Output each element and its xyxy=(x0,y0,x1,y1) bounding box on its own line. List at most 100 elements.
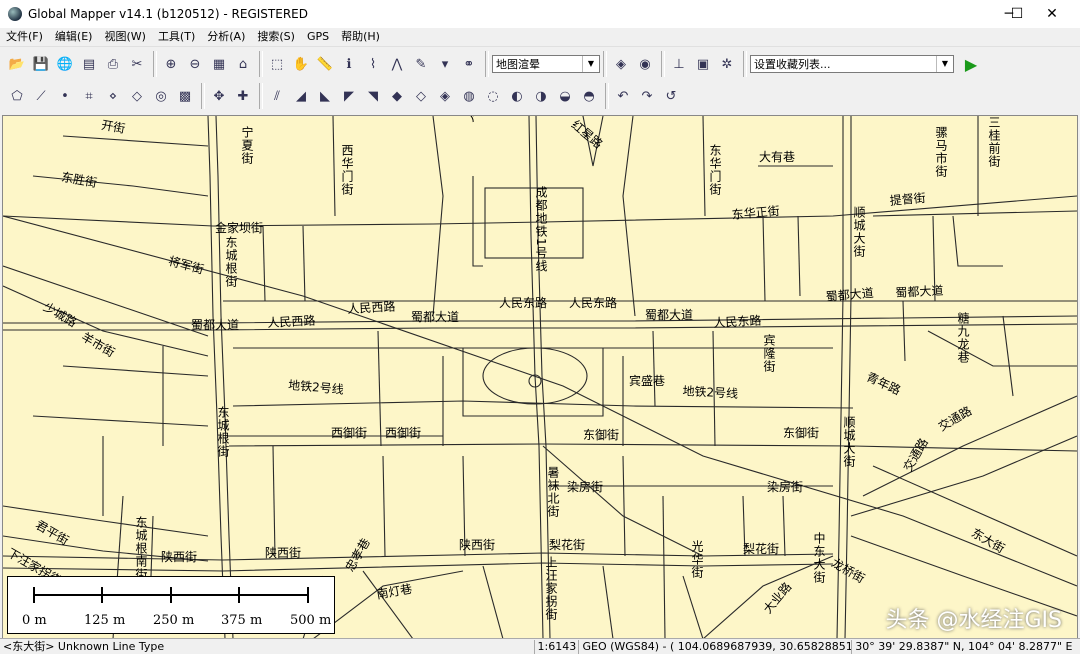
map-label: 陕西街 xyxy=(265,546,302,560)
3d-globe-icon[interactable]: ◉ xyxy=(634,53,656,75)
redo-icon[interactable]: ↷ xyxy=(636,85,658,107)
create-line-icon[interactable]: ⟋ xyxy=(30,85,52,107)
edit-3-icon[interactable]: ◤ xyxy=(338,85,360,107)
bookmark-select[interactable]: 设置收藏列表... ▼ xyxy=(750,55,954,73)
home-icon[interactable]: ⌂ xyxy=(232,53,254,75)
status-dms: 30° 39' 29.8387" N, 104° 04' 8.2877" E xyxy=(855,639,1073,653)
edit-2-icon[interactable]: ◣ xyxy=(314,85,336,107)
edit-4-icon[interactable]: ◥ xyxy=(362,85,384,107)
menu-item-1[interactable]: 编辑(E) xyxy=(49,28,99,46)
save-icon[interactable]: 💾 xyxy=(30,53,52,75)
rotate-icon[interactable]: ↺ xyxy=(660,85,682,107)
menu-item-3[interactable]: 工具(T) xyxy=(152,28,201,46)
zoom-in-icon[interactable]: ⊕ xyxy=(160,53,182,75)
chevron-down-icon[interactable]: ▼ xyxy=(936,56,953,72)
map-label: 西御街 xyxy=(385,426,422,440)
toolbar-separator xyxy=(201,83,205,109)
path-icon[interactable]: ⌇ xyxy=(362,53,384,75)
edit-vertex-icon[interactable]: ⋄ xyxy=(102,85,124,107)
map-label: 蜀都大道 xyxy=(645,308,694,322)
insert-vertex-icon[interactable]: ✚ xyxy=(232,85,254,107)
map-label: 东城根南街 xyxy=(134,516,148,581)
profile-icon[interactable]: ⋀ xyxy=(386,53,408,75)
binoculars-icon[interactable]: ⚭ xyxy=(458,53,480,75)
map-label: 糖九龙巷 xyxy=(956,312,970,364)
info-icon[interactable]: ℹ xyxy=(338,53,360,75)
cad-icon[interactable]: ⌗ xyxy=(78,85,100,107)
map-label: 陕西街 xyxy=(459,538,496,552)
menu-item-6[interactable]: GPS xyxy=(301,28,335,46)
toolbar-main: 📂 💾 🌐 ▤ ⎙ ✂ ⊕ ⊖ ▦ ⌂ ⬚ ✋ 📏 ℹ ⌇ ⋀ ✎ ▾ ⚭ 地图渲晕 ▼ ◈ ◉ ⊥ ▣ ✲ 设置收藏列表… xyxy=(0,46,1080,81)
dropdown-icon[interactable]: ▾ xyxy=(434,53,456,75)
globe-icon[interactable]: 🌐 xyxy=(54,53,76,75)
status-scale: 1:6143 xyxy=(535,639,580,654)
edit-13-icon[interactable]: ◓ xyxy=(578,85,600,107)
3d-view-icon[interactable]: ◈ xyxy=(610,53,632,75)
map-label: 染房街 xyxy=(567,480,604,494)
menu-item-5[interactable]: 搜索(S) xyxy=(251,28,301,46)
menu-item-2[interactable]: 视图(W) xyxy=(98,28,151,46)
globe-app-icon xyxy=(8,7,22,21)
map-label: 地铁2号线 xyxy=(682,383,739,401)
map-label: 西御街 xyxy=(331,426,368,440)
mesh-icon[interactable]: ▩ xyxy=(174,85,196,107)
measure-icon[interactable]: 📏 xyxy=(314,53,336,75)
window-title: Global Mapper v14.1 (b120512) - REGISTER… xyxy=(28,7,308,21)
create-point-icon[interactable]: • xyxy=(54,85,76,107)
watermark-text: 头条 @水经注GIS xyxy=(885,608,1063,633)
map-label: 顺城大街 xyxy=(852,206,866,258)
map-label: 金家坝街 xyxy=(215,221,264,235)
map-label: 东城根街 xyxy=(224,236,238,288)
split-icon[interactable]: ⫽ xyxy=(266,85,288,107)
edit-6-icon[interactable]: ◇ xyxy=(410,85,432,107)
pan-icon[interactable]: ✋ xyxy=(290,53,312,75)
map-label: 成都地铁1号线 xyxy=(534,186,548,273)
map-label: 中东大街 xyxy=(812,532,826,584)
tads-icon[interactable]: ◇ xyxy=(126,85,148,107)
map-label: 陕西街 xyxy=(161,550,198,564)
toolbar-separator xyxy=(153,51,157,77)
map-label: 宾盛巷 xyxy=(629,374,666,388)
edit-11-icon[interactable]: ◑ xyxy=(530,85,552,107)
vertical-icon[interactable]: ⊥ xyxy=(668,53,690,75)
open-icon[interactable]: 📂 xyxy=(6,53,28,75)
map-label: 上汪家拐街 xyxy=(544,556,558,621)
layers-icon[interactable]: ▤ xyxy=(78,53,100,75)
edit-1-icon[interactable]: ◢ xyxy=(290,85,312,107)
full-view-icon[interactable]: ▦ xyxy=(208,53,230,75)
title-bar: Global Mapper v14.1 (b120512) - REGISTER… xyxy=(0,0,1080,28)
bookmark-value: 设置收藏列表... xyxy=(754,58,831,71)
zoom-out-icon[interactable]: ⊖ xyxy=(184,53,206,75)
edit-8-icon[interactable]: ◍ xyxy=(458,85,480,107)
maximize-button[interactable]: ☐ xyxy=(994,0,1040,28)
edit-7-icon[interactable]: ◈ xyxy=(434,85,456,107)
menu-item-4[interactable]: 分析(A) xyxy=(201,28,251,46)
chevron-down-icon[interactable]: ▼ xyxy=(582,56,599,72)
map-view[interactable]: 东胜街 金家坝街 将军街 东城根街 宁夏街 西华门街 成都地铁1号线 东华门街 大有巷 东华正街提… xyxy=(2,115,1078,640)
render-mode-select[interactable]: 地图渲晕 ▼ xyxy=(492,55,600,73)
edit-9-icon[interactable]: ◌ xyxy=(482,85,504,107)
edit-12-icon[interactable]: ◒ xyxy=(554,85,576,107)
toolbar-digitizer: ⬠ ⟋ • ⌗ ⋄ ◇ ◎ ▩ ✥ ✚ ⫽ ◢ ◣ ◤ ◥ ◆ ◇ ◈ ◍ ◌ ◐ ◑ ◒ ◓ ↶ ↷ ↺ xyxy=(0,79,815,113)
print-icon[interactable]: ⎙ xyxy=(102,53,124,75)
edit-5-icon[interactable]: ◆ xyxy=(386,85,408,107)
buffer-icon[interactable]: ◎ xyxy=(150,85,172,107)
move-vertex-icon[interactable]: ✥ xyxy=(208,85,230,107)
map-label: 东华门街 xyxy=(708,144,722,196)
menu-item-0[interactable]: 文件(F) xyxy=(0,28,49,46)
toolbar-separator xyxy=(743,51,747,77)
draw-icon[interactable]: ✎ xyxy=(410,53,432,75)
sheet-icon[interactable]: ▣ xyxy=(692,53,714,75)
map-label: 蜀都大道 xyxy=(191,318,240,332)
status-feature: <东大街> Unknown Line Type xyxy=(0,639,535,654)
grid-icon[interactable]: ✲ xyxy=(716,53,738,75)
map-label: 人民东路 xyxy=(499,296,548,310)
undo-icon[interactable]: ↶ xyxy=(612,85,634,107)
play-icon[interactable]: ▶ xyxy=(960,53,982,75)
menu-item-7[interactable]: 帮助(H) xyxy=(335,28,386,46)
tools-icon[interactable]: ✂ xyxy=(126,53,148,75)
edit-10-icon[interactable]: ◐ xyxy=(506,85,528,107)
map-label: 蜀都大道 xyxy=(895,283,944,300)
select-icon[interactable]: ⬚ xyxy=(266,53,288,75)
create-area-icon[interactable]: ⬠ xyxy=(6,85,28,107)
